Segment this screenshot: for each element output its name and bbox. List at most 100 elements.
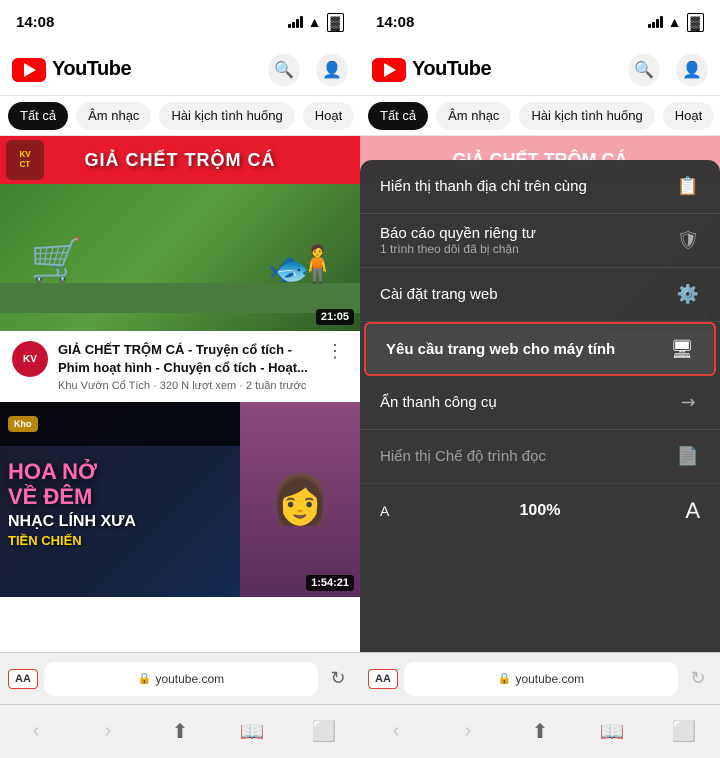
battery-icon: ▓: [327, 13, 344, 32]
signal-icon-right: [648, 16, 663, 28]
nav-back-left[interactable]: ‹: [14, 710, 58, 754]
header-icons-left: 🔍 👤: [268, 54, 348, 86]
menu-item-2-icon: 🛡: [676, 230, 700, 251]
chip-music-left[interactable]: Âm nhạc: [76, 102, 151, 130]
cart-figure: 🛒: [30, 236, 82, 285]
category-bar-left: Tất cả Âm nhạc Hài kịch tình huống Hoạt: [0, 96, 360, 136]
aa-button-left[interactable]: AA: [8, 669, 38, 689]
signal-icon: [288, 16, 303, 28]
youtube-logo-text-left: YouTube: [52, 58, 131, 81]
search-button-left[interactable]: 🔍: [268, 54, 300, 86]
youtube-logo-icon-left: [12, 58, 46, 82]
menu-item-6-text: Hiển thị Chế độ trình đọc: [380, 448, 660, 465]
video1-info-left: KV GIẢ CHẾT TRỘM CÁ - Truyện cổ tích - P…: [0, 331, 360, 402]
video1-more-btn-left[interactable]: ⋮: [322, 341, 348, 362]
wifi-icon: ▲: [308, 14, 322, 30]
profile-button-right[interactable]: 👤: [676, 54, 708, 86]
chip-more-right[interactable]: Hoạt: [663, 102, 714, 130]
menu-item-6-icon: 📄: [676, 446, 700, 467]
menu-item-address-bar[interactable]: Hiển thị thanh địa chỉ trên cùng 📋: [360, 160, 720, 214]
chip-music-right[interactable]: Âm nhạc: [436, 102, 511, 130]
nav-share-left[interactable]: ⬆: [158, 710, 202, 754]
video1-thumbnail-left[interactable]: KVCT GIẢ CHẾT TRỘM CÁ 🛒 🐟 🧍 21:05: [0, 136, 360, 331]
time-left: 14:08: [16, 14, 54, 31]
left-phone-panel: 14:08 ▲ ▓ YouTube 🔍 👤 Tất cả Âm nh: [0, 0, 360, 758]
battery-icon-right: ▓: [687, 13, 704, 32]
youtube-logo-right: YouTube: [372, 58, 628, 82]
category-bar-right: Tất cả Âm nhạc Hài kịch tình huống Hoạt: [360, 96, 720, 136]
video1-duration-left: 21:05: [316, 309, 354, 325]
profile-button-left[interactable]: 👤: [316, 54, 348, 86]
video1-text-left: GIẢ CHẾT TRỘM CÁ - Truyện cổ tích - Phim…: [58, 341, 312, 392]
aa-button-right[interactable]: AA: [368, 669, 398, 689]
browser-bar-right: AA 🔒 youtube.com ↻: [360, 652, 720, 704]
thumb2-content: Kho HOA NỞVỀ ĐÊM NHẠC LÍNH XƯA TIỀN CHIẾ…: [0, 402, 360, 597]
girl-photo: 👩: [240, 402, 360, 597]
youtube-logo-text-right: YouTube: [412, 58, 491, 81]
right-phone-panel: 14:08 ▲ ▓ YouTube 🔍 👤 Tất cả Âm nh: [360, 0, 720, 758]
refresh-button-left[interactable]: ↻: [324, 665, 352, 693]
wifi-icon-right: ▲: [668, 14, 682, 30]
lock-icon-right: 🔒: [498, 672, 512, 685]
status-bar-left: 14:08 ▲ ▓: [0, 0, 360, 44]
nav-bookmarks-right[interactable]: 📖: [590, 710, 634, 754]
nav-tabs-left[interactable]: ⬜: [302, 710, 346, 754]
youtube-logo-left: YouTube: [12, 58, 268, 82]
zoom-value: 100%: [426, 502, 654, 520]
thumb1-content: KVCT GIẢ CHẾT TRỘM CÁ 🛒 🐟 🧍: [0, 136, 360, 331]
context-menu: Hiển thị thanh địa chỉ trên cùng 📋 Báo c…: [360, 160, 720, 652]
menu-item-privacy[interactable]: Báo cáo quyền riêng tư 1 trình theo dõi …: [360, 214, 720, 268]
video1-title-left: GIẢ CHẾT TRỘM CÁ - Truyện cổ tích - Phim…: [58, 341, 312, 377]
menu-item-4-icon: 🖥: [670, 339, 694, 360]
menu-item-1-text: Hiển thị thanh địa chỉ trên cùng: [380, 178, 660, 195]
menu-item-zoom: A 100% A: [360, 484, 720, 538]
menu-item-reader-mode[interactable]: Hiển thị Chế độ trình đọc 📄: [360, 430, 720, 484]
thumb1-banner: KVCT GIẢ CHẾT TRỘM CÁ: [0, 136, 360, 184]
video2-duration-left: 1:54:21: [306, 575, 354, 591]
nav-share-right[interactable]: ⬆: [518, 710, 562, 754]
kho-logo: Kho: [8, 416, 38, 432]
content-area-left: KVCT GIẢ CHẾT TRỘM CÁ 🛒 🐟 🧍 21:05 KV GIẢ…: [0, 136, 360, 652]
chip-comedy-right[interactable]: Hài kịch tình huống: [519, 102, 654, 130]
refresh-button-right[interactable]: ↻: [684, 665, 712, 693]
chip-all-right[interactable]: Tất cả: [368, 102, 428, 130]
bottom-nav-left: ‹ › ⬆ 📖 ⬜: [0, 704, 360, 758]
youtube-header-right: YouTube 🔍 👤: [360, 44, 720, 96]
browser-bar-left: AA 🔒 youtube.com ↻: [0, 652, 360, 704]
menu-item-settings[interactable]: Cài đặt trang web ⚙️: [360, 268, 720, 322]
menu-item-1-icon: 📋: [676, 176, 700, 197]
chip-all-left[interactable]: Tất cả: [8, 102, 68, 130]
url-bar-left[interactable]: 🔒 youtube.com: [44, 662, 318, 696]
status-icons-right: ▲ ▓: [648, 13, 704, 32]
banner-text-left: GIẢ CHẾT TRỘM CÁ: [85, 150, 276, 171]
nav-forward-left[interactable]: ›: [86, 710, 130, 754]
youtube-header-left: YouTube 🔍 👤: [0, 44, 360, 96]
menu-item-desktop-request[interactable]: Yêu cầu trang web cho máy tính 🖥: [364, 322, 716, 376]
nav-tabs-right[interactable]: ⬜: [662, 710, 706, 754]
nav-forward-right[interactable]: ›: [446, 710, 490, 754]
menu-item-4-text: Yêu cầu trang web cho máy tính: [386, 341, 654, 358]
bottom-nav-right: ‹ › ⬆ 📖 ⬜: [360, 704, 720, 758]
menu-item-3-icon: ⚙️: [676, 284, 700, 305]
chip-more-left[interactable]: Hoạt: [303, 102, 354, 130]
menu-item-2-subtext: 1 trình theo dõi đã bị chặn: [380, 242, 660, 256]
menu-item-5-icon: ↗: [672, 387, 704, 419]
lock-icon-left: 🔒: [138, 672, 152, 685]
chip-comedy-left[interactable]: Hài kịch tình huống: [159, 102, 294, 130]
search-button-right[interactable]: 🔍: [628, 54, 660, 86]
status-icons-left: ▲ ▓: [288, 13, 344, 32]
zoom-large-a[interactable]: A: [670, 498, 700, 524]
nav-back-right[interactable]: ‹: [374, 710, 418, 754]
url-bar-right[interactable]: 🔒 youtube.com: [404, 662, 678, 696]
nav-bookmarks-left[interactable]: 📖: [230, 710, 274, 754]
video1-meta-left: Khu Vườn Cổ Tích · 320 N lượt xem · 2 tu…: [58, 380, 312, 392]
channel-avatar-v1-left: KV: [12, 341, 48, 377]
person-figure: 🧍: [295, 243, 340, 285]
zoom-small-a[interactable]: A: [380, 503, 410, 519]
menu-item-5-text: Ẩn thanh công cụ: [380, 394, 660, 411]
menu-item-hide-toolbar[interactable]: Ẩn thanh công cụ ↗: [360, 376, 720, 430]
header-icons-right: 🔍 👤: [628, 54, 708, 86]
video2-thumbnail-left[interactable]: Kho HOA NỞVỀ ĐÊM NHẠC LÍNH XƯA TIỀN CHIẾ…: [0, 402, 360, 597]
url-text-right: youtube.com: [515, 672, 584, 686]
channel-logo-banner: KVCT: [6, 140, 44, 180]
